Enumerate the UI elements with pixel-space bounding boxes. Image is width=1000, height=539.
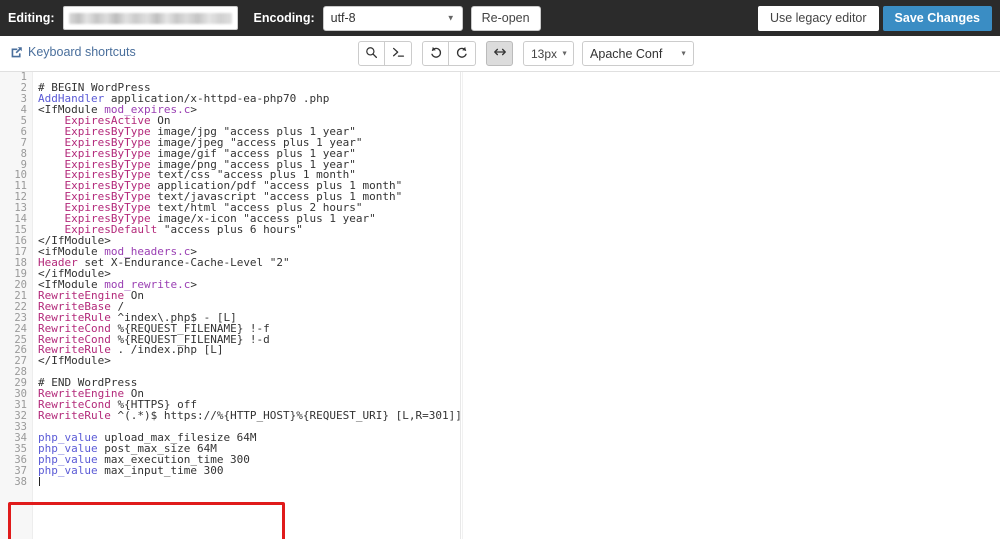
code-editor[interactable]: 1 2 # BEGIN WordPress 3 AddHandler applicati… — [0, 72, 1000, 539]
line-number: 1 — [20, 72, 27, 83]
command-prompt-icon — [392, 46, 405, 62]
keyboard-shortcuts-link[interactable]: Keyboard shortcuts — [10, 45, 136, 59]
line-number: 6 — [20, 125, 27, 138]
chevron-down-icon: ▼ — [446, 13, 455, 23]
font-size-value: 13px — [531, 46, 558, 61]
code-line[interactable]: 37 php_value max_input_time 300 — [0, 463, 1000, 477]
code-line-text: RewriteRule ^(.*)$ https://%{HTTP_HOST}%… — [38, 409, 462, 423]
search-button[interactable] — [358, 41, 385, 66]
editor-tool-group: 13px ▼ Apache Conf ▼ — [358, 41, 695, 66]
code-line[interactable]: 32 RewriteRule ^(.*)$ https://%{HTTP_HOST… — [0, 409, 1000, 423]
code-content[interactable]: 1 2 # BEGIN WordPress 3 AddHandler applicati… — [0, 72, 1000, 539]
history-group — [422, 41, 476, 66]
redo-button[interactable] — [449, 41, 476, 66]
use-legacy-editor-button[interactable]: Use legacy editor — [757, 5, 879, 31]
line-number: 5 — [20, 114, 27, 127]
save-changes-button[interactable]: Save Changes — [882, 5, 992, 31]
find-group — [358, 41, 412, 66]
search-icon — [365, 46, 378, 62]
line-number: 7 — [20, 136, 27, 149]
undo-button[interactable] — [422, 41, 449, 66]
line-number: 4 — [20, 103, 27, 116]
undo-icon — [429, 45, 443, 62]
word-wrap-toggle[interactable] — [486, 41, 513, 66]
code-line[interactable]: 18 Header set X-Endurance-Cache-Level "2" — [0, 257, 1000, 269]
code-line[interactable]: 29 # END WordPress — [0, 377, 1000, 389]
language-mode-value: Apache Conf — [590, 46, 663, 61]
redo-icon — [455, 45, 469, 62]
language-mode-select[interactable]: Apache Conf ▼ — [582, 41, 695, 66]
text-cursor — [39, 477, 40, 487]
editor-toolbar: Keyboard shortcuts 13px ▼ Apache Conf ▼ — [0, 36, 1000, 72]
line-number: 3 — [20, 92, 27, 105]
line-number: 8 — [20, 147, 27, 160]
external-link-icon — [10, 46, 23, 59]
word-wrap-icon — [493, 45, 507, 62]
line-number: 38 — [14, 475, 27, 488]
chevron-down-icon: ▼ — [561, 50, 569, 57]
line-number: 2 — [20, 81, 27, 94]
encoding-select-value: utf-8 — [330, 11, 356, 25]
code-line[interactable]: 38 — [0, 475, 1000, 488]
line-number: 24 — [14, 322, 27, 335]
filename-redacted-value — [68, 12, 232, 24]
code-line[interactable]: 28 — [0, 367, 1000, 378]
code-line-text: </IfModule> — [38, 354, 111, 368]
keyboard-shortcuts-label: Keyboard shortcuts — [28, 45, 136, 59]
top-toolbar: Editing: Encoding: utf-8 ▼ Re-open Use l… — [0, 0, 1000, 36]
line-number: 23 — [14, 311, 27, 324]
font-size-select[interactable]: 13px ▼ — [523, 41, 575, 66]
encoding-select[interactable]: utf-8 ▼ — [322, 5, 463, 31]
code-line[interactable]: 27 </IfModule> — [0, 354, 1000, 368]
reopen-button[interactable]: Re-open — [470, 5, 541, 31]
code-line-text: php_value max_input_time 300 — [38, 463, 224, 477]
command-prompt-button[interactable] — [385, 41, 412, 66]
encoding-label: Encoding: — [253, 11, 315, 25]
filename-field[interactable] — [62, 6, 238, 30]
editing-label: Editing: — [8, 11, 55, 25]
chevron-down-icon: ▼ — [680, 50, 688, 57]
code-line[interactable]: 20 <IfModule mod_rewrite.c> — [0, 279, 1000, 291]
code-line[interactable]: 15 ExpiresDefault "access plus 6 hours" — [0, 224, 1000, 236]
code-line[interactable]: 21 RewriteEngine On — [0, 290, 1000, 302]
code-line[interactable]: 26 RewriteRule . /index.php [L] — [0, 344, 1000, 356]
line-number: 22 — [14, 300, 27, 313]
code-line-text — [33, 477, 40, 488]
